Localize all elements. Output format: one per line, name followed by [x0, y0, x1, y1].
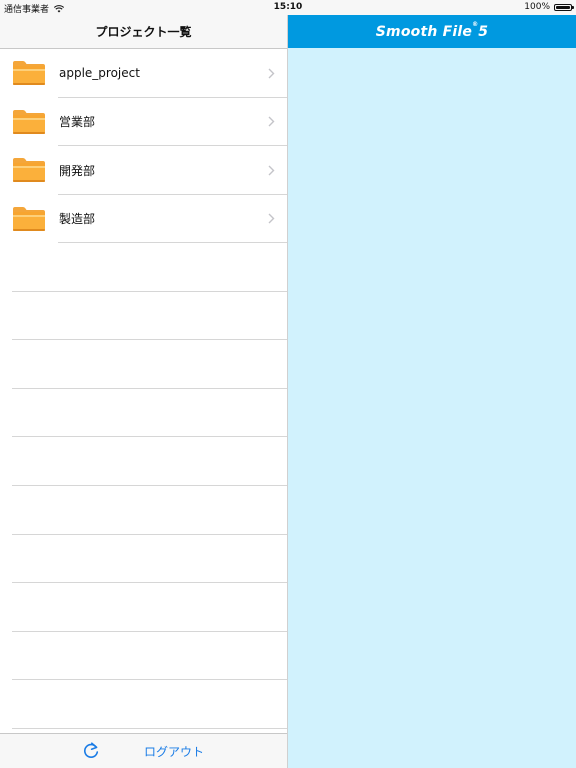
empty-row: [0, 486, 287, 535]
detail-pane: Smooth File®5: [288, 15, 576, 768]
status-time: 15:10: [273, 2, 303, 12]
empty-row: [0, 389, 287, 438]
brand-registered: ®: [472, 20, 479, 28]
row-divider: [12, 727, 287, 729]
project-list: apple_project 営業部 開発部 製造部: [0, 49, 287, 729]
status-right: 100%: [524, 2, 574, 12]
chevron-right-icon: [268, 146, 275, 195]
project-row[interactable]: 開発部: [0, 146, 287, 195]
project-label: 製造部: [59, 212, 96, 227]
project-row[interactable]: 製造部: [0, 195, 287, 244]
project-label: 開発部: [59, 163, 96, 178]
brand-bar: Smooth File®5: [288, 15, 576, 48]
project-label: apple_project: [59, 66, 140, 81]
battery-percent: 100%: [524, 2, 550, 12]
refresh-icon[interactable]: [82, 742, 100, 760]
logout-button[interactable]: ログアウト: [144, 734, 204, 768]
battery-icon: [554, 3, 574, 11]
project-row[interactable]: 営業部: [0, 98, 287, 147]
brand-name: Smooth File: [375, 23, 473, 40]
empty-row: [0, 292, 287, 341]
empty-row: [0, 243, 287, 292]
brand-version: 5: [478, 23, 489, 40]
folder-icon: [13, 206, 45, 231]
chevron-right-icon: [268, 98, 275, 147]
status-bar: 通信事業者 15:10 100%: [0, 0, 576, 15]
folder-icon: [13, 61, 45, 85]
brand-logo: Smooth File®5: [375, 20, 489, 40]
empty-row: [0, 437, 287, 486]
master-pane: プロジェクト一覧 apple_project 営業部 開発部 製造部 ログアウト: [0, 15, 288, 768]
folder-icon: [13, 109, 45, 134]
bottom-toolbar: ログアウト: [0, 733, 287, 768]
folder-icon: [13, 158, 45, 182]
empty-row: [0, 583, 287, 632]
nav-bar: プロジェクト一覧: [0, 15, 287, 49]
empty-row: [0, 680, 287, 729]
project-label: 営業部: [59, 115, 96, 130]
chevron-right-icon: [268, 195, 275, 244]
project-row[interactable]: apple_project: [0, 49, 287, 98]
empty-row: [0, 340, 287, 389]
page-title: プロジェクト一覧: [95, 25, 192, 39]
empty-row: [0, 632, 287, 681]
chevron-right-icon: [268, 49, 275, 98]
empty-row: [0, 535, 287, 584]
